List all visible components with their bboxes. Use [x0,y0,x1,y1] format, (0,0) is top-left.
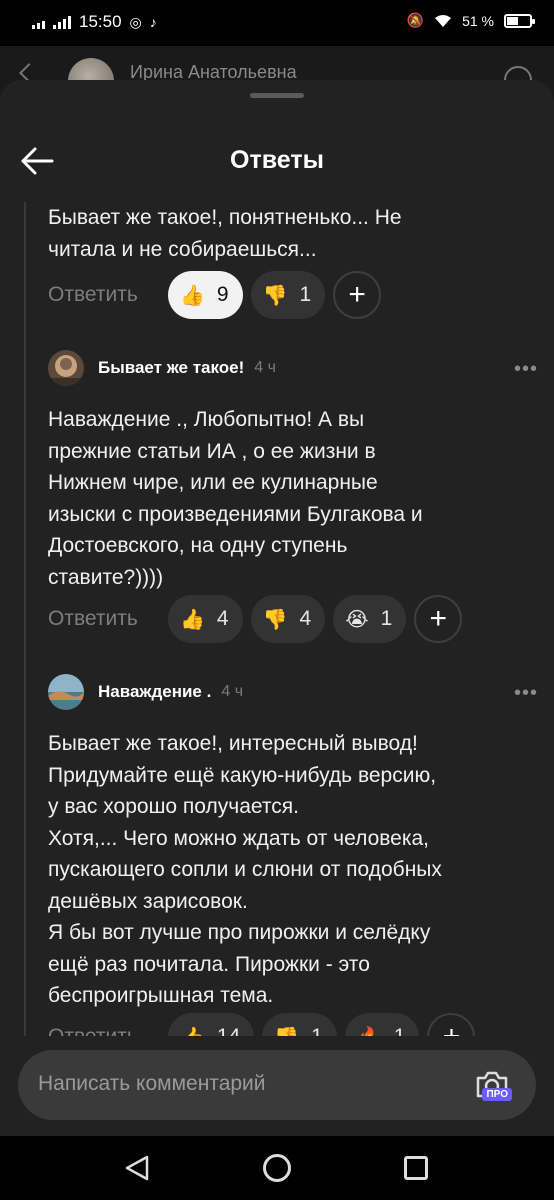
system-navigation-bar [0,1136,554,1200]
thumbs-down-icon: 👎 [262,608,288,631]
comment-time: 4 ч [254,359,276,376]
comment-text: Бывает же такое!, понятненько... Не чита… [48,206,402,261]
crying-face-icon: 😭 [345,608,369,631]
reaction-count: 4 [216,607,229,630]
reaction-thumbs-up[interactable]: 👍 4 [168,595,243,643]
comment-actions: Ответить 👍 9 👎 1 + [48,270,382,320]
nav-recents-icon[interactable] [404,1156,428,1180]
pro-badge: ПРО [482,1088,512,1101]
reaction-count: 1 [380,607,393,630]
reaction-count: 9 [216,283,229,306]
replies-thread: Бывает же такое!, понятненько... Не чита… [0,202,554,1135]
reaction-thumbs-up[interactable]: 👍 9 [168,271,243,319]
more-options-icon[interactable]: ••• [514,358,538,381]
composer-area: Написать комментарий ПРО [0,1036,554,1136]
battery-icon [504,13,535,28]
reaction-thumbs-down[interactable]: 👎 1 [250,271,326,319]
avatar[interactable] [48,674,84,710]
comment-actions: Ответить 👍 4 👎 4 😭 1 + [48,594,463,644]
battery-text: 51 % [462,12,494,29]
status-bar: 15:50 ◎ ♪ 🔕 51 % [0,0,554,46]
page-title: Ответы [230,146,324,174]
replies-sheet: Ответы Бывает же такое!, понятненько... … [0,80,554,1135]
comment-time: 4 ч [221,683,244,700]
mute-icon: 🔕 [406,12,425,28]
comment-text: Наваждение ., Любопытно! А вы прежние ст… [48,408,423,589]
reaction-thumbs-down[interactable]: 👎 4 [250,595,326,643]
comment-author[interactable]: Бывает же такое! [98,358,244,378]
drag-handle[interactable] [250,93,304,98]
nav-back-icon[interactable] [123,1154,151,1182]
comment: Бывает же такое! 4 ч ••• Наваждение ., Л… [48,348,538,643]
reaction-crying[interactable]: 😭 1 [333,595,407,643]
add-reaction-button[interactable]: + [414,595,463,643]
thread-line [24,202,26,1135]
reply-button[interactable]: Ответить [48,607,160,631]
add-reaction-button[interactable]: + [333,271,382,319]
thumbs-up-icon: 👍 [180,608,205,631]
instagram-icon: ◎ [129,13,142,30]
reaction-count: 1 [299,283,312,306]
nav-home-icon[interactable] [263,1154,291,1182]
comment-input-placeholder: Написать комментарий [38,1072,266,1095]
plus-icon: + [348,278,366,311]
signal-icon-2 [53,15,71,29]
signal-icon [32,15,45,29]
wifi-icon [435,14,452,27]
comment-input[interactable]: Написать комментарий ПРО [18,1050,536,1120]
comment-author[interactable]: Наваждение . [98,682,211,702]
avatar[interactable] [48,350,84,386]
plus-icon: + [429,602,448,635]
comment-header: Бывает же такое! 4 ч ••• [48,348,538,388]
more-options-icon[interactable]: ••• [514,682,538,705]
comment: Бывает же такое!, понятненько... Не чита… [48,202,538,319]
clock: 15:50 [79,12,122,31]
comment-text: Бывает же такое!, интересный вывод! Прид… [48,732,442,1007]
comment-header: Наваждение . 4 ч ••• [48,672,538,712]
reply-button[interactable]: Ответить [48,283,160,307]
thumbs-up-icon: 👍 [180,284,205,307]
comment: Наваждение . 4 ч ••• Бывает же такое!, и… [48,672,538,1061]
tiktok-icon: ♪ [149,14,157,30]
sheet-header: Ответы [0,120,554,200]
reaction-count: 4 [299,607,312,630]
thumbs-down-icon: 👎 [262,284,288,307]
